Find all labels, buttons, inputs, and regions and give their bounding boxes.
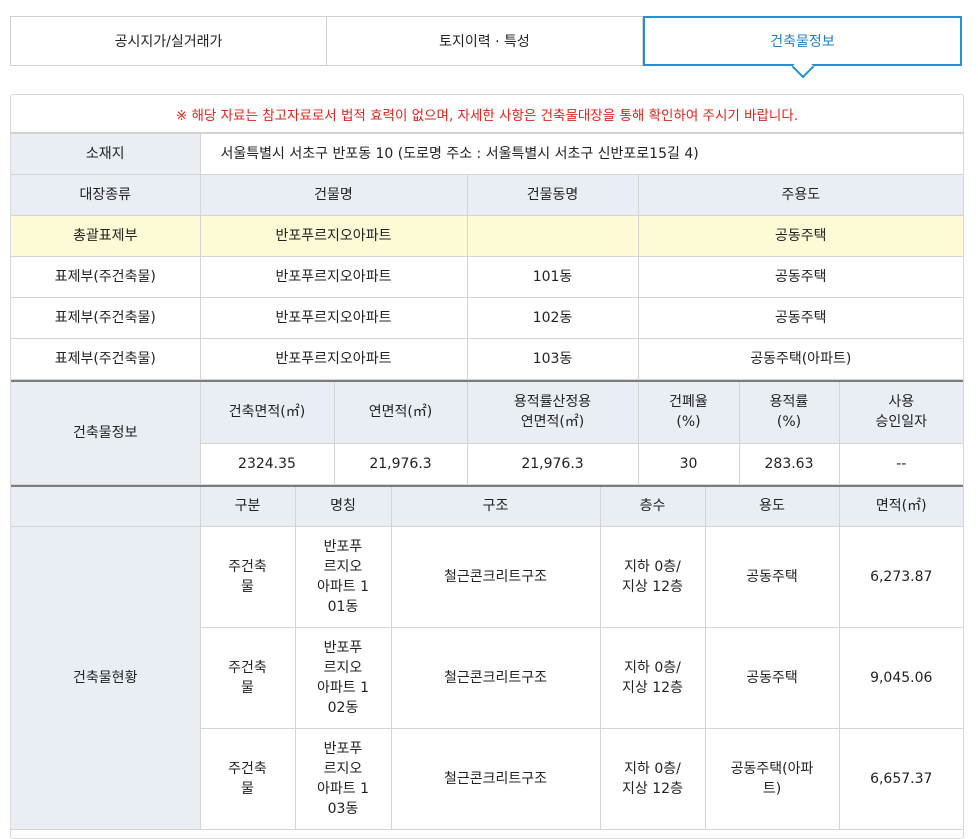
- status-category: 주건축 물: [199, 526, 296, 628]
- header-title: 명칭: [294, 485, 392, 527]
- header-floor-area-ratio-line2: (%): [776, 414, 802, 431]
- register-type: 총괄표제부: [11, 215, 201, 257]
- floor-area-ratio-value: 283.63: [738, 442, 840, 485]
- building-coverage-value: 30: [637, 442, 740, 485]
- approval-date-value: --: [838, 442, 963, 485]
- header-use: 용도: [704, 485, 840, 527]
- total-floor-area-value: 21,976.3: [333, 442, 468, 485]
- notice-text: ※ 해당 자료는 참고자료로서 법적 효력이 없으며, 자세한 사항은 건축물대…: [11, 95, 963, 133]
- building-info-panel: ※ 해당 자료는 참고자료로서 법적 효력이 없으며, 자세한 사항은 건축물대…: [10, 94, 964, 839]
- building-name: 반포푸르지오아파트: [199, 215, 468, 257]
- main-use: 공동주택(아파트): [637, 338, 963, 380]
- building-dong: 103동: [466, 338, 639, 380]
- header-far-floor-area: 용적률산정용 연면적(㎡): [466, 380, 639, 444]
- status-category: 주건축 물: [200, 627, 296, 729]
- status-header-blank: [11, 485, 201, 527]
- building-name: 반포푸르지오아파트: [199, 338, 468, 380]
- location-label: 소재지: [11, 133, 201, 175]
- building-info-label: 건축물정보: [11, 380, 201, 485]
- tab-building-info-label: 건축물정보: [770, 34, 835, 50]
- status-structure: 철근콘크리트구조: [390, 526, 601, 628]
- building-dong: 102동: [466, 297, 639, 339]
- header-area: 면적(㎡): [838, 485, 963, 527]
- main-use: 공동주택: [637, 297, 963, 339]
- main-use: 공동주택: [637, 215, 963, 257]
- tab-land-price[interactable]: 공시지가/실거래가: [10, 16, 327, 66]
- header-building-coverage-line1: 건폐율: [669, 394, 708, 411]
- main-use: 공동주택: [637, 256, 963, 298]
- building-status-label: 건축물현황: [11, 526, 201, 830]
- header-building-name: 건물명: [199, 174, 468, 216]
- table-row[interactable]: 총괄표제부 반포푸르지오아파트 공동주택: [11, 215, 963, 257]
- register-type: 표제부(주건축물): [11, 338, 201, 380]
- table-row[interactable]: 표제부(주건축물) 반포푸르지오아파트 102동 공동주택: [11, 297, 963, 339]
- building-name: 반포푸르지오아파트: [199, 256, 468, 298]
- status-use: 공동주택: [704, 627, 840, 729]
- far-floor-area-value: 21,976.3: [466, 442, 639, 485]
- table-row[interactable]: 건축물현황 주건축 물 반포푸 르지오 아파트 1 01동 철근콘크리트구조 지…: [11, 526, 963, 830]
- status-category: 주건축 물: [200, 728, 296, 830]
- header-structure: 구조: [390, 485, 601, 527]
- building-status-table: 구분 명칭 구조 층수 용도 면적(㎡) 건축물현황 주건축 물 반포푸 르지오…: [11, 484, 963, 830]
- location-value: 서울특별시 서초구 반포동 10 (도로명 주소 : 서울특별시 서초구 신반포…: [199, 133, 963, 175]
- status-floors: 지하 0층/ 지상 12층: [599, 627, 706, 729]
- status-area: 6,657.37: [838, 728, 963, 830]
- header-floor-area-ratio-line1: 용적률: [769, 394, 809, 411]
- building-info-table: 건축물정보 건축면적(㎡) 연면적(㎡) 용적률산정용 연면적(㎡) 건폐율 (…: [11, 380, 963, 485]
- header-building-coverage-line2: (%): [676, 414, 701, 431]
- tab-building-info[interactable]: 건축물정보: [643, 16, 962, 79]
- header-building-dong: 건물동명: [466, 174, 639, 216]
- table-row[interactable]: 표제부(주건축물) 반포푸르지오아파트 101동 공동주택: [11, 256, 963, 298]
- header-floor-area-ratio: 용적률 (%): [738, 380, 840, 444]
- active-tab-pointer-icon: [791, 55, 814, 79]
- header-floors: 층수: [599, 485, 706, 527]
- header-approval-date-line2: 승인일자: [875, 414, 928, 431]
- status-title: 반포푸 르지오 아파트 1 02동: [294, 627, 392, 729]
- header-far-floor-area-line1: 용적률산정용: [513, 394, 592, 411]
- status-structure: 철근콘크리트구조: [390, 627, 601, 729]
- tab-bar: 공시지가/실거래가 토지이력 · 특성 건축물정보: [10, 16, 962, 79]
- status-structure: 철근콘크리트구조: [390, 728, 601, 830]
- status-use: 공동주택: [704, 526, 840, 628]
- header-building-coverage: 건폐율 (%): [637, 380, 740, 444]
- header-far-floor-area-line2: 연면적(㎡): [520, 414, 585, 431]
- status-use: 공동주택(아파 트): [704, 728, 840, 830]
- status-area: 9,045.06: [838, 627, 963, 729]
- status-floors: 지하 0층/ 지상 12층: [599, 728, 706, 830]
- table-row[interactable]: 표제부(주건축물) 반포푸르지오아파트 103동 공동주택(아파트): [11, 338, 963, 380]
- register-table: 소재지 서울특별시 서초구 반포동 10 (도로명 주소 : 서울특별시 서초구…: [11, 133, 963, 380]
- tab-land-history[interactable]: 토지이력 · 특성: [327, 16, 643, 66]
- status-title: 반포푸 르지오 아파트 1 01동: [294, 526, 392, 628]
- register-type: 표제부(주건축물): [11, 256, 201, 298]
- building-area-value: 2324.35: [200, 442, 335, 485]
- header-category: 구분: [199, 485, 296, 527]
- register-type: 표제부(주건축물): [11, 297, 201, 339]
- status-area: 6,273.87: [838, 526, 963, 628]
- header-building-area: 건축면적(㎡): [199, 380, 335, 444]
- header-main-use: 주용도: [637, 174, 963, 216]
- header-total-floor-area: 연면적(㎡): [333, 380, 468, 444]
- status-title: 반포푸 르지오 아파트 1 03동: [294, 728, 392, 830]
- header-register-type: 대장종류: [11, 174, 201, 216]
- building-name: 반포푸르지오아파트: [199, 297, 468, 339]
- status-floors: 지하 0층/ 지상 12층: [599, 526, 706, 628]
- building-dong: 101동: [466, 256, 639, 298]
- header-approval-date: 사용 승인일자: [838, 380, 963, 444]
- building-dong: [466, 215, 639, 257]
- header-approval-date-line1: 사용: [888, 394, 915, 411]
